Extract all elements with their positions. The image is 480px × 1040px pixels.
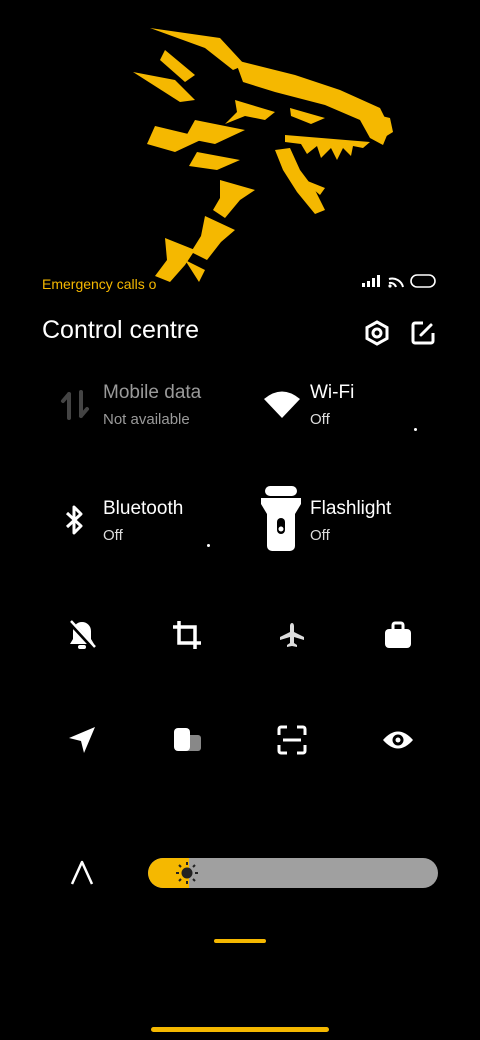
crop-icon xyxy=(173,621,201,649)
signal-icon xyxy=(362,275,380,287)
settings-hex-icon xyxy=(365,320,389,346)
toggle-airplane-mode[interactable] xyxy=(272,615,312,655)
tile-wifi[interactable]: Wi-Fi Off xyxy=(260,375,440,435)
panel-handle[interactable] xyxy=(214,939,266,943)
scan-icon xyxy=(277,725,307,755)
indicator-dot xyxy=(414,428,417,431)
tile-status: Off xyxy=(310,527,330,544)
gesture-navigation-bar[interactable] xyxy=(151,1027,329,1032)
wolf-wallpaper xyxy=(133,28,393,282)
tile-flashlight[interactable]: Flashlight Off xyxy=(258,484,438,554)
settings-button[interactable] xyxy=(362,318,392,348)
indicator-dot xyxy=(207,544,210,547)
sun-icon xyxy=(176,862,198,884)
briefcase-icon xyxy=(385,621,411,648)
tile-label: Mobile data xyxy=(103,382,202,403)
status-carrier-text: Emergency calls o xyxy=(42,276,157,292)
battery-icon xyxy=(410,274,436,288)
edit-button[interactable] xyxy=(408,318,438,348)
toggle-mute[interactable] xyxy=(62,615,102,655)
tile-status: Not available xyxy=(103,411,190,428)
toggle-work-profile[interactable] xyxy=(378,615,418,655)
toggle-dark-mode[interactable] xyxy=(167,720,207,760)
tile-status: Off xyxy=(310,411,330,428)
tile-status: Off xyxy=(103,527,123,544)
auto-brightness-icon xyxy=(70,860,94,885)
brightness-slider[interactable] xyxy=(148,858,438,888)
eye-icon xyxy=(383,731,413,749)
tile-label: Flashlight xyxy=(310,498,392,519)
bluetooth-icon xyxy=(55,500,95,540)
mobile-data-icon xyxy=(55,385,95,425)
airplane-icon xyxy=(280,623,304,647)
tile-bluetooth[interactable]: Bluetooth Off xyxy=(55,490,245,550)
tile-label: Wi-Fi xyxy=(310,382,355,403)
tile-label: Bluetooth xyxy=(103,498,184,519)
tile-mobile-data[interactable]: Mobile data Not available xyxy=(55,375,245,435)
toggle-screenshot-crop[interactable] xyxy=(167,615,207,655)
location-icon xyxy=(69,727,95,753)
page-title: Control centre xyxy=(42,316,200,344)
mute-icon xyxy=(68,620,96,650)
toggle-location[interactable] xyxy=(62,720,102,760)
toggle-scanner[interactable] xyxy=(272,720,312,760)
flashlight-icon xyxy=(258,484,304,554)
edit-icon xyxy=(411,321,435,345)
auto-brightness-button[interactable] xyxy=(62,853,102,893)
wifi-status-icon xyxy=(388,277,404,288)
theme-icon xyxy=(174,728,201,751)
toggle-reading-mode[interactable] xyxy=(378,720,418,760)
status-icons xyxy=(362,274,436,288)
wifi-icon xyxy=(260,385,304,425)
